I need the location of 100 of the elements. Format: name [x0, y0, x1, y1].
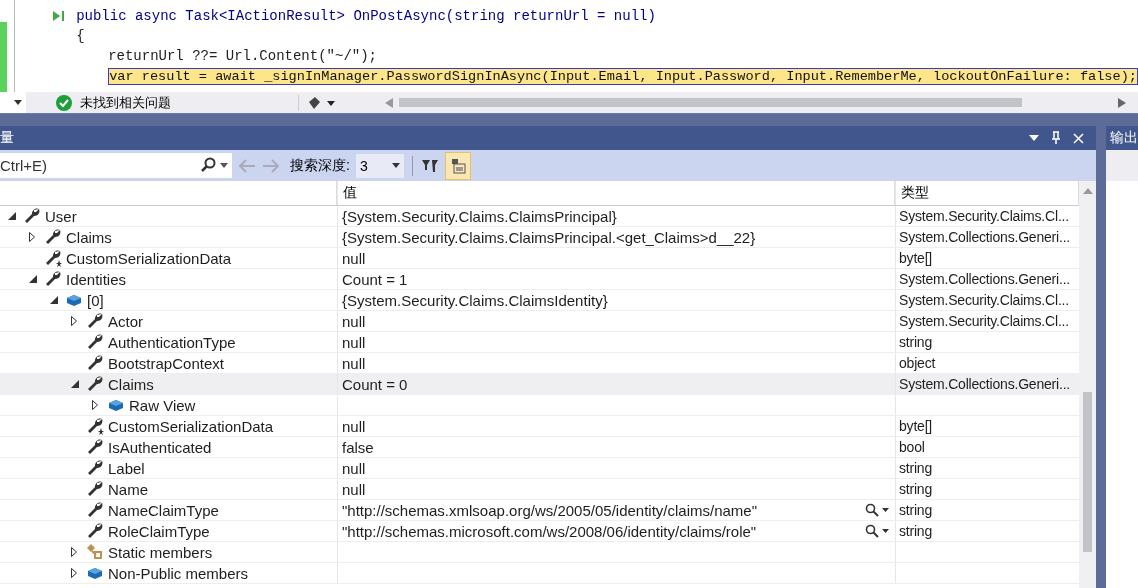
code-line: public async Task<IActionResult> OnPostAsync(string returnUrl = null) [76, 8, 656, 24]
collapse-icon[interactable] [50, 296, 58, 304]
tree-row[interactable]: User {System.Security.Claims.ClaimsPrincipal} System.Security.Claims.Cl... [0, 206, 1080, 227]
expand-icon[interactable] [29, 232, 35, 242]
zoom-dropdown[interactable] [0, 92, 26, 113]
variable-value: null [342, 312, 366, 330]
dropdown-icon[interactable] [1029, 135, 1040, 141]
wrench-icon [86, 333, 104, 351]
variable-name: [0] [87, 291, 104, 309]
filter-icon[interactable] [420, 157, 439, 174]
tree-row[interactable]: Identities Count = 1 System.Collections.Generi... [0, 269, 1080, 290]
collapse-icon[interactable] [8, 212, 16, 220]
tree-row[interactable]: Non-Public members [0, 563, 1080, 584]
variable-type: object [899, 355, 936, 371]
search-icon[interactable] [200, 157, 216, 173]
search-field[interactable]: Ctrl+E) [0, 153, 232, 178]
tree-row[interactable]: NameClaimType "http://schemas.xmlsoap.org/ws/2005/05/identity/claims/name" string [0, 500, 1080, 521]
variable-type: string [899, 334, 933, 350]
column-header[interactable]: 值 [337, 181, 895, 205]
variable-name: AuthenticationType [108, 333, 236, 351]
variable-type: System.Security.Claims.Cl... [899, 292, 1069, 308]
tree-row[interactable]: CustomSerializationData null byte[] [0, 416, 1080, 437]
variable-type: string [899, 460, 933, 476]
expand-icon[interactable] [71, 316, 77, 326]
tree-row[interactable]: [0] {System.Security.Claims.ClaimsIdentity} System.Security.Claims.Cl... [0, 290, 1080, 311]
variable-value: {System.Security.Claims.ClaimsPrincipal} [342, 207, 617, 225]
caret-icon[interactable] [220, 163, 228, 168]
variable-name: CustomSerializationData [66, 249, 232, 267]
tree-row[interactable]: Claims Count = 0 System.Collections.Generi... [0, 374, 1080, 395]
variable-type: string [899, 481, 933, 497]
scroll-right-icon[interactable] [1118, 97, 1126, 108]
variable-type: System.Security.Claims.Cl... [899, 208, 1069, 224]
variable-type: string [899, 523, 933, 539]
vertical-scrollbar[interactable] [1079, 181, 1097, 588]
variable-name: NameClaimType [108, 501, 219, 519]
wrench-icon [86, 438, 104, 456]
panel-title: 量 [0, 129, 15, 147]
variable-type: System.Collections.Generi... [899, 271, 1071, 287]
collapse-icon[interactable] [29, 275, 37, 283]
variable-value: null [342, 333, 366, 351]
variable-type: string [899, 502, 933, 518]
variable-name: Raw View [129, 396, 196, 414]
expand-icon[interactable] [71, 547, 77, 557]
tree-row[interactable]: RoleClaimType "http://schemas.microsoft.com/ws/2008/06/identity/claims/role" string [0, 521, 1080, 542]
wrench-icon [86, 501, 104, 519]
variable-value: "http://schemas.xmlsoap.org/ws/2005/05/identity/claims/name" [342, 501, 757, 519]
scrollbar-thumb[interactable] [399, 98, 1022, 107]
variable-name: RoleClaimType [108, 522, 210, 540]
tree-row[interactable]: Static members [0, 542, 1080, 563]
tree-row[interactable]: IsAuthenticated false bool [0, 437, 1080, 458]
tree-row[interactable]: CustomSerializationData null byte[] [0, 248, 1080, 269]
code-line: returnUrl ??= Url.Content("~/"); [107, 48, 377, 64]
wrench-star-icon [44, 249, 62, 267]
collapse-icon[interactable] [71, 380, 79, 388]
wrench-icon [23, 207, 41, 225]
pin-icon[interactable] [1051, 131, 1062, 145]
tree-row[interactable]: Raw View [0, 395, 1080, 416]
variable-type: byte[] [899, 418, 933, 434]
view-toggle-button[interactable] [444, 151, 471, 180]
variable-name: User [45, 207, 77, 225]
variable-name: Identities [66, 270, 127, 288]
wrench-icon [44, 228, 62, 246]
variable-name: Non-Public members [108, 564, 249, 582]
tree-row[interactable]: Claims {System.Security.Claims.ClaimsPrincipal.<get_Claims>d__22} System.Collections.Generi... [0, 227, 1080, 248]
tree-row[interactable]: AuthenticationType null string [0, 332, 1080, 353]
variable-value: null [342, 354, 366, 372]
variable-value: false [342, 438, 374, 456]
issues-status[interactable]: 未找到相关问题 [80, 93, 290, 112]
wrench-icon [86, 312, 104, 330]
tree-row[interactable]: Actor null System.Security.Claims.Cl... [0, 311, 1080, 332]
visualizer-button[interactable] [865, 503, 889, 517]
variable-name: Label [108, 459, 145, 477]
variable-value: {System.Security.Claims.ClaimsPrincipal.<get_Claims>d__22} [342, 228, 756, 246]
caret-icon [14, 100, 22, 105]
expand-icon[interactable] [92, 400, 98, 410]
depth-dropdown[interactable]: 3 [355, 153, 404, 178]
variable-value: Count = 1 [342, 270, 408, 288]
caret-icon [882, 529, 889, 533]
variable-name: Name [108, 480, 148, 498]
variable-name: Claims [108, 375, 154, 393]
tree-row[interactable]: Label null string [0, 458, 1080, 479]
visualizer-button[interactable] [865, 524, 889, 538]
variable-type: System.Collections.Generi... [899, 229, 1071, 245]
check-icon [56, 94, 72, 111]
variable-value: null [342, 459, 366, 477]
variable-name: BootstrapContext [108, 354, 224, 372]
close-icon[interactable] [1073, 132, 1085, 144]
variable-value: {System.Security.Claims.ClaimsIdentity} [342, 291, 608, 309]
variable-value: null [342, 249, 366, 267]
tree-row[interactable]: Name null string [0, 479, 1080, 500]
search-icon [865, 503, 879, 517]
scrollbar-thumb[interactable] [1083, 392, 1093, 552]
caret-icon [882, 508, 889, 512]
static-members-icon [86, 543, 104, 561]
wrench-icon [86, 522, 104, 540]
variable-value: Count = 0 [342, 375, 408, 393]
run-to-icon[interactable] [52, 10, 67, 22]
expand-icon[interactable] [71, 568, 77, 578]
output-tab[interactable]: 输出 [1106, 126, 1138, 150]
variable-name: Actor [108, 312, 143, 330]
